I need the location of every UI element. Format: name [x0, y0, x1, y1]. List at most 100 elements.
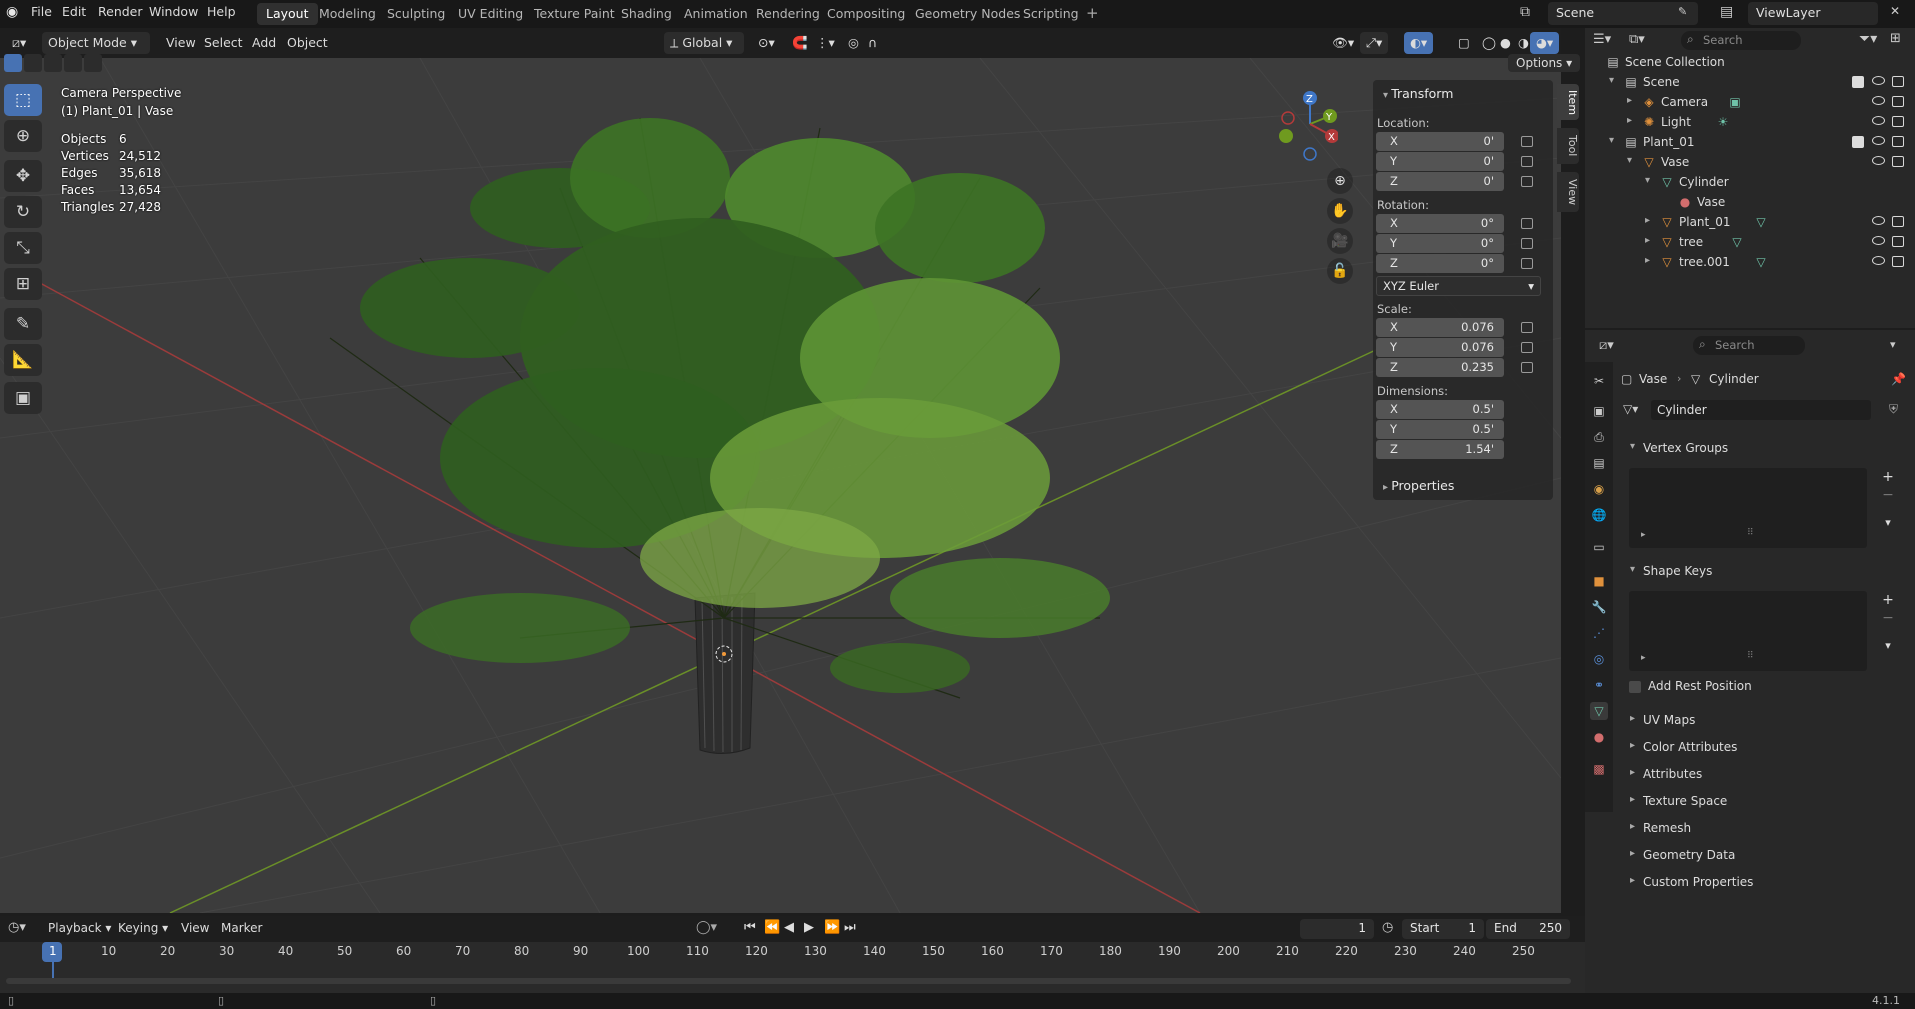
outliner-row-light[interactable]: ▸ ✺ Light ☀: [1585, 112, 1915, 132]
add-cube-tool-icon[interactable]: ▣: [4, 382, 42, 414]
lock-icon[interactable]: [1521, 362, 1533, 373]
chevron-right-icon[interactable]: ▸: [1645, 235, 1650, 246]
eye-icon[interactable]: [1872, 256, 1885, 265]
shape-keys-list[interactable]: ▸ ⠿: [1629, 591, 1867, 671]
end-frame-field[interactable]: End 250: [1486, 919, 1570, 939]
navigation-gizmo[interactable]: Z Y X: [1270, 88, 1338, 168]
lock-icon[interactable]: [1521, 156, 1533, 167]
expand-triangle-icon[interactable]: ▸: [1641, 530, 1646, 540]
render-tab-icon[interactable]: ▣: [1590, 402, 1608, 420]
vertex-group-menu-icon[interactable]: ▾: [1880, 516, 1896, 532]
camera-render-icon[interactable]: [1892, 76, 1904, 87]
select-extend-icon[interactable]: [24, 54, 42, 72]
tab-uv-editing[interactable]: UV Editing: [449, 3, 532, 25]
timeline-view-menu[interactable]: View: [181, 921, 209, 935]
lock-icon[interactable]: [1521, 218, 1533, 229]
location-y-field[interactable]: Y 0': [1376, 152, 1504, 171]
add-workspace-icon[interactable]: +: [1086, 4, 1099, 22]
outliner-row-plant-object[interactable]: ▸ ▽ Plant_01 ▽: [1585, 212, 1915, 232]
shape-keys-header[interactable]: ▾ Shape Keys: [1630, 561, 1905, 583]
camera-render-icon[interactable]: [1892, 136, 1904, 147]
outliner-row-vase-material[interactable]: ● Vase: [1585, 192, 1915, 212]
measure-tool-icon[interactable]: 📐: [4, 344, 42, 376]
object-mode-dropdown[interactable]: Object Mode ▾: [42, 32, 150, 54]
rotation-z-field[interactable]: Z 0°: [1376, 254, 1504, 273]
chevron-down-icon[interactable]: ▾: [1627, 155, 1632, 166]
jump-keyframe-forward-icon[interactable]: ⏩: [824, 920, 840, 935]
outliner-editor-icon[interactable]: ☰▾: [1593, 32, 1611, 47]
current-frame-field[interactable]: 1: [1300, 919, 1374, 939]
cursor-tool-icon[interactable]: ⊕: [4, 120, 42, 152]
rotation-x-field[interactable]: X 0°: [1376, 214, 1504, 233]
dimensions-x-field[interactable]: X 0.5': [1376, 400, 1504, 419]
remesh-header[interactable]: ▸ Remesh: [1630, 818, 1905, 840]
world-tab-icon[interactable]: 🌐: [1590, 506, 1608, 524]
camera-render-icon[interactable]: [1892, 216, 1904, 227]
transform-orientation-dropdown[interactable]: ⟂ Global ▾: [664, 32, 744, 54]
outliner-row-tree-001[interactable]: ▸ ▽ tree.001 ▽: [1585, 252, 1915, 272]
scale-tool-icon[interactable]: ⤡: [4, 232, 42, 264]
new-collection-icon[interactable]: ⊞: [1890, 31, 1901, 46]
resize-grip-icon[interactable]: ⠿: [1747, 651, 1754, 661]
lock-icon[interactable]: [1521, 258, 1533, 269]
tab-animation[interactable]: Animation: [675, 3, 757, 25]
camera-render-icon[interactable]: [1892, 116, 1904, 127]
frame-ruler[interactable]: 1 10 20 30 40 50 60 70 80 90 100 110 120…: [0, 942, 1585, 984]
tab-layout[interactable]: Layout: [257, 3, 318, 25]
color-attributes-header[interactable]: ▸ Color Attributes: [1630, 737, 1905, 759]
preview-range-icon[interactable]: ◷: [1382, 920, 1393, 935]
tab-texture-paint[interactable]: Texture Paint: [525, 3, 624, 25]
physics-tab-icon[interactable]: ◎: [1590, 650, 1608, 668]
chevron-right-icon[interactable]: ▸: [1645, 215, 1650, 226]
gizmo-toggle-icon[interactable]: ⤢▾: [1360, 32, 1389, 54]
chevron-right-icon[interactable]: ▸: [1627, 115, 1632, 126]
eye-icon[interactable]: [1872, 136, 1885, 145]
custom-properties-header[interactable]: ▸ Custom Properties: [1630, 872, 1905, 894]
vertex-groups-list[interactable]: ▸ ⠿: [1629, 468, 1867, 548]
tab-rendering[interactable]: Rendering: [747, 3, 829, 25]
constraints-tab-icon[interactable]: ⚭: [1590, 676, 1608, 694]
editor-type-icon[interactable]: ⧄▾: [6, 32, 32, 54]
menu-window[interactable]: Window: [149, 4, 198, 19]
outliner-row-tree[interactable]: ▸ ▽ tree ▽: [1585, 232, 1915, 252]
filter-icon[interactable]: ⏷▾: [1859, 31, 1877, 47]
chevron-down-icon[interactable]: ▾: [1890, 338, 1896, 351]
chevron-right-icon[interactable]: ▸: [1627, 95, 1632, 106]
scale-z-field[interactable]: Z 0.235: [1376, 358, 1504, 377]
close-view-layer-icon[interactable]: ✕: [1890, 4, 1900, 18]
menu-file[interactable]: File: [31, 4, 52, 19]
select-box-tool-icon[interactable]: ⬚: [4, 84, 42, 116]
attributes-header[interactable]: ▸ Attributes: [1630, 764, 1905, 786]
eye-icon[interactable]: [1872, 156, 1885, 165]
tab-sculpting[interactable]: Sculpting: [378, 3, 454, 25]
xray-icon[interactable]: ▢: [1452, 32, 1476, 54]
shape-key-menu-icon[interactable]: ▾: [1880, 639, 1896, 655]
modifier-tab-icon[interactable]: 🔧: [1590, 598, 1608, 616]
scene-pin-icon[interactable]: ✎: [1678, 5, 1687, 18]
menu-edit[interactable]: Edit: [62, 4, 86, 19]
select-invert-icon[interactable]: [64, 54, 82, 72]
geometry-data-header[interactable]: ▸ Geometry Data: [1630, 845, 1905, 867]
scene-selector-icon[interactable]: ⧉: [1520, 4, 1530, 20]
outliner-row-scene[interactable]: ▾ ▤ Scene: [1585, 72, 1915, 92]
lock-icon[interactable]: [1521, 176, 1533, 187]
blender-logo-icon[interactable]: ◉: [6, 4, 18, 20]
expand-triangle-icon[interactable]: ▸: [1641, 653, 1646, 663]
auto-keying-icon[interactable]: ◯▾: [696, 920, 717, 935]
lock-icon[interactable]: [1521, 136, 1533, 147]
dimensions-y-field[interactable]: Y 0.5': [1376, 420, 1504, 439]
dimensions-z-field[interactable]: Z 1.54': [1376, 440, 1504, 459]
display-mode-icon[interactable]: ⧉▾: [1629, 32, 1645, 47]
object-tab-icon[interactable]: ■: [1590, 572, 1608, 590]
mesh-data-tab-icon[interactable]: ▽: [1590, 702, 1608, 720]
material-tab-icon[interactable]: ●: [1590, 728, 1608, 746]
sidebar-tab-item[interactable]: Item: [1557, 84, 1579, 120]
scale-y-field[interactable]: Y 0.076: [1376, 338, 1504, 357]
properties-editor-icon[interactable]: ⧄▾: [1599, 338, 1614, 353]
menu-render[interactable]: Render: [98, 4, 143, 19]
timeline-scrollbar[interactable]: [6, 978, 1571, 984]
lock-icon[interactable]: [1521, 342, 1533, 353]
chevron-down-icon[interactable]: ▾: [1609, 75, 1614, 86]
lock-icon[interactable]: [1521, 322, 1533, 333]
pan-hand-icon[interactable]: ✋: [1327, 198, 1353, 224]
